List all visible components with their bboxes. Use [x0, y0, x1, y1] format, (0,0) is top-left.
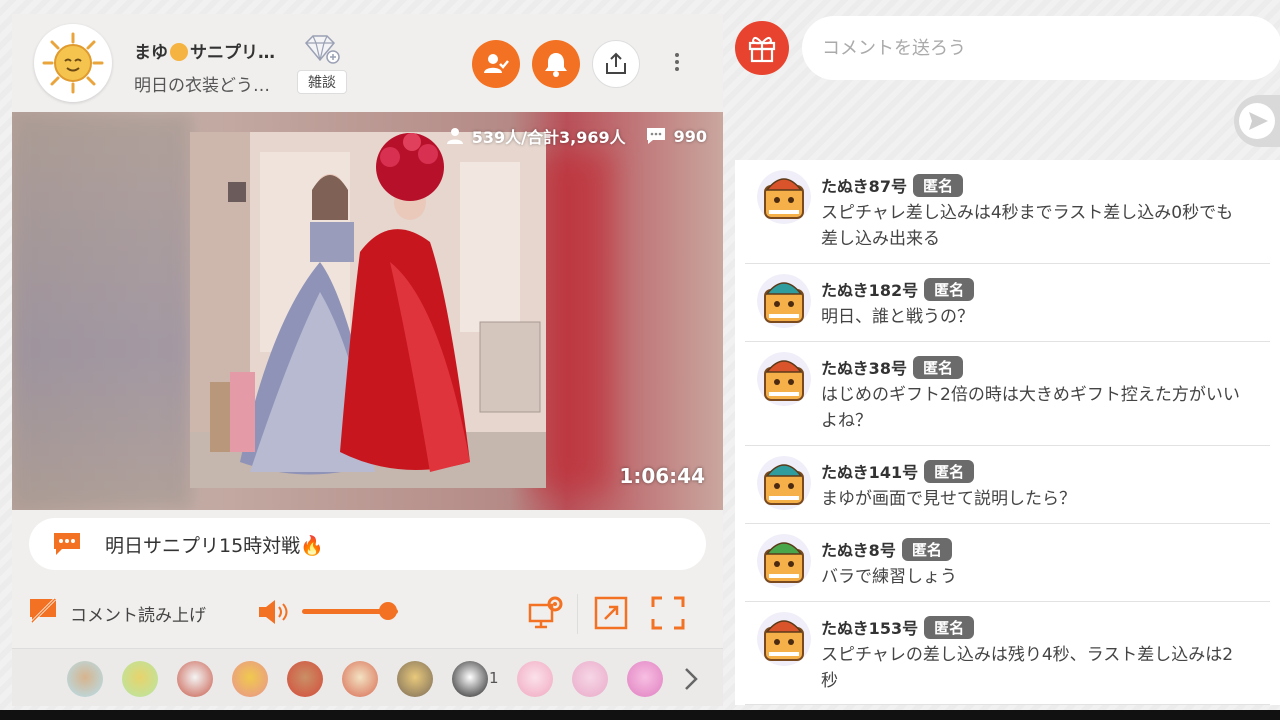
send-icon	[1239, 103, 1275, 139]
anonymous-badge: 匿名	[912, 356, 963, 379]
tanuki-avatar-icon[interactable]	[757, 534, 811, 588]
comment-text: スピチャレの差し込みは残り4秒、ラスト差し込みは2秒	[821, 645, 1234, 691]
gift-item[interactable]	[287, 661, 323, 697]
chevron-right-icon[interactable]	[683, 666, 699, 692]
gift-item[interactable]	[517, 661, 553, 697]
comment-item: たぬき153号 匿名スピチャレの差し込みは残り4秒、ラスト差し込みは2秒	[745, 602, 1270, 705]
gift-item[interactable]	[627, 661, 663, 697]
gift-item[interactable]	[342, 661, 378, 697]
comment-item: たぬき38号 匿名はじめのギフト2倍の時は大きめギフト控えた方がいいよね？	[745, 342, 1270, 446]
telop-message-icon	[54, 533, 80, 555]
tanuki-avatar-icon[interactable]	[757, 352, 811, 406]
tanuki-avatar-icon[interactable]	[757, 456, 811, 510]
stream-video-frame	[190, 132, 546, 488]
comment-item: たぬき141号 匿名まゆが画面で見せて説明したら？	[745, 446, 1270, 524]
fire-icon: 🔥	[300, 534, 324, 557]
comment-input[interactable]	[802, 16, 1280, 80]
gift-item[interactable]	[67, 661, 103, 697]
fullscreen-icon[interactable]	[651, 596, 685, 630]
tanuki-avatar-icon[interactable]	[757, 612, 811, 666]
follow-button[interactable]	[472, 40, 520, 88]
share-icon	[606, 52, 626, 74]
telop-bar: 明日サニプリ15時対戦🔥	[29, 518, 706, 570]
viewer-count: 539人/合計3,969人	[471, 128, 626, 147]
comment-text: はじめのギフト2倍の時は大きめギフト控えた方がいいよね？	[821, 385, 1240, 431]
comment-author: たぬき87号 匿名	[821, 173, 963, 197]
gift-item[interactable]	[452, 661, 488, 697]
gift-item[interactable]	[397, 661, 433, 697]
viewer-icon	[446, 128, 463, 144]
elapsed-time: 1:06:44	[619, 464, 705, 488]
streamer-name-suffix: サニプリ…	[190, 43, 275, 63]
stream-subtitle: 明日の衣装どう…	[134, 76, 270, 96]
gift-item[interactable]	[232, 661, 268, 697]
gift-count: 1	[489, 669, 499, 687]
broadcast-panel: まゆ サニプリ… 明日の衣装どう… 雑談 539人/合計3,969人 990 1…	[12, 14, 723, 706]
comment-list: たぬき87号 匿名スピチャレ差し込みは4秒までラスト差し込み0秒でも差し込み出来る…	[735, 160, 1280, 705]
genre-badge[interactable]: 雑談	[297, 70, 347, 94]
comment-text: 明日、誰と戦うの？	[821, 307, 974, 327]
anonymous-badge: 匿名	[912, 174, 963, 197]
comment-item: たぬき87号 匿名スピチャレ差し込みは4秒までラスト差し込み0秒でも差し込み出来る	[745, 160, 1270, 264]
gift-item[interactable]	[177, 661, 213, 697]
gift-item[interactable]	[122, 661, 158, 697]
popout-icon[interactable]	[594, 596, 628, 630]
gift-button[interactable]	[735, 21, 789, 75]
diamond-plus-icon[interactable]	[302, 34, 342, 66]
tanuki-avatar-icon[interactable]	[757, 274, 811, 328]
notification-button[interactable]	[532, 40, 580, 88]
video-frame-image	[190, 132, 546, 488]
gift-icon	[748, 37, 776, 63]
video-stats: 539人/合計3,969人 990	[446, 124, 707, 148]
comment-author: たぬき141号 匿名	[821, 459, 975, 483]
player-controls: コメント読み上げ	[12, 586, 723, 642]
user-check-icon	[484, 54, 509, 73]
volume-icon[interactable]	[257, 599, 293, 625]
comment-text: スピチャレ差し込みは4秒までラスト差し込み0秒でも差し込み出来る	[821, 203, 1234, 249]
read-aloud-label[interactable]: コメント読み上げ	[70, 601, 206, 626]
comment-text: バラで練習しょう	[821, 567, 957, 587]
volume-knob[interactable]	[379, 602, 398, 620]
comment-author: たぬき8号 匿名	[821, 537, 952, 561]
share-button[interactable]	[592, 40, 640, 88]
smile-emoji-icon	[170, 43, 188, 61]
comment-count: 990	[673, 126, 707, 146]
anonymous-badge: 匿名	[924, 616, 975, 639]
gift-bar: 1	[12, 648, 723, 706]
stream-title: まゆ サニプリ…	[134, 38, 275, 63]
comment-author: たぬき153号 匿名	[821, 615, 975, 639]
stream-settings-icon[interactable]	[527, 595, 565, 631]
anonymous-badge: 匿名	[901, 538, 952, 561]
tanuki-avatar-icon[interactable]	[757, 170, 811, 224]
bell-icon	[545, 53, 567, 77]
more-menu-icon[interactable]	[669, 50, 685, 80]
comment-item: たぬき8号 匿名バラで練習しょう	[745, 524, 1270, 602]
streamer-name: まゆ	[134, 43, 168, 63]
read-aloud-off-icon[interactable]	[28, 596, 58, 626]
comment-count-icon	[646, 128, 665, 144]
anonymous-badge: 匿名	[924, 278, 975, 301]
video-player[interactable]: 539人/合計3,969人 990 1:06:44	[12, 112, 723, 510]
broadcast-header: まゆ サニプリ… 明日の衣装どう… 雑談	[12, 14, 723, 112]
streamer-avatar[interactable]	[34, 24, 112, 102]
comment-author: たぬき38号 匿名	[821, 355, 963, 379]
comment-text: まゆが画面で見せて説明したら？	[821, 489, 1076, 509]
comment-item: たぬき182号 匿名明日、誰と戦うの？	[745, 264, 1270, 342]
telop-text: 明日サニプリ15時対戦🔥	[105, 534, 324, 557]
gift-item[interactable]	[572, 661, 608, 697]
sun-avatar-icon	[42, 32, 104, 94]
send-button[interactable]	[1234, 95, 1280, 147]
anonymous-badge: 匿名	[924, 460, 975, 483]
comment-author: たぬき182号 匿名	[821, 277, 975, 301]
